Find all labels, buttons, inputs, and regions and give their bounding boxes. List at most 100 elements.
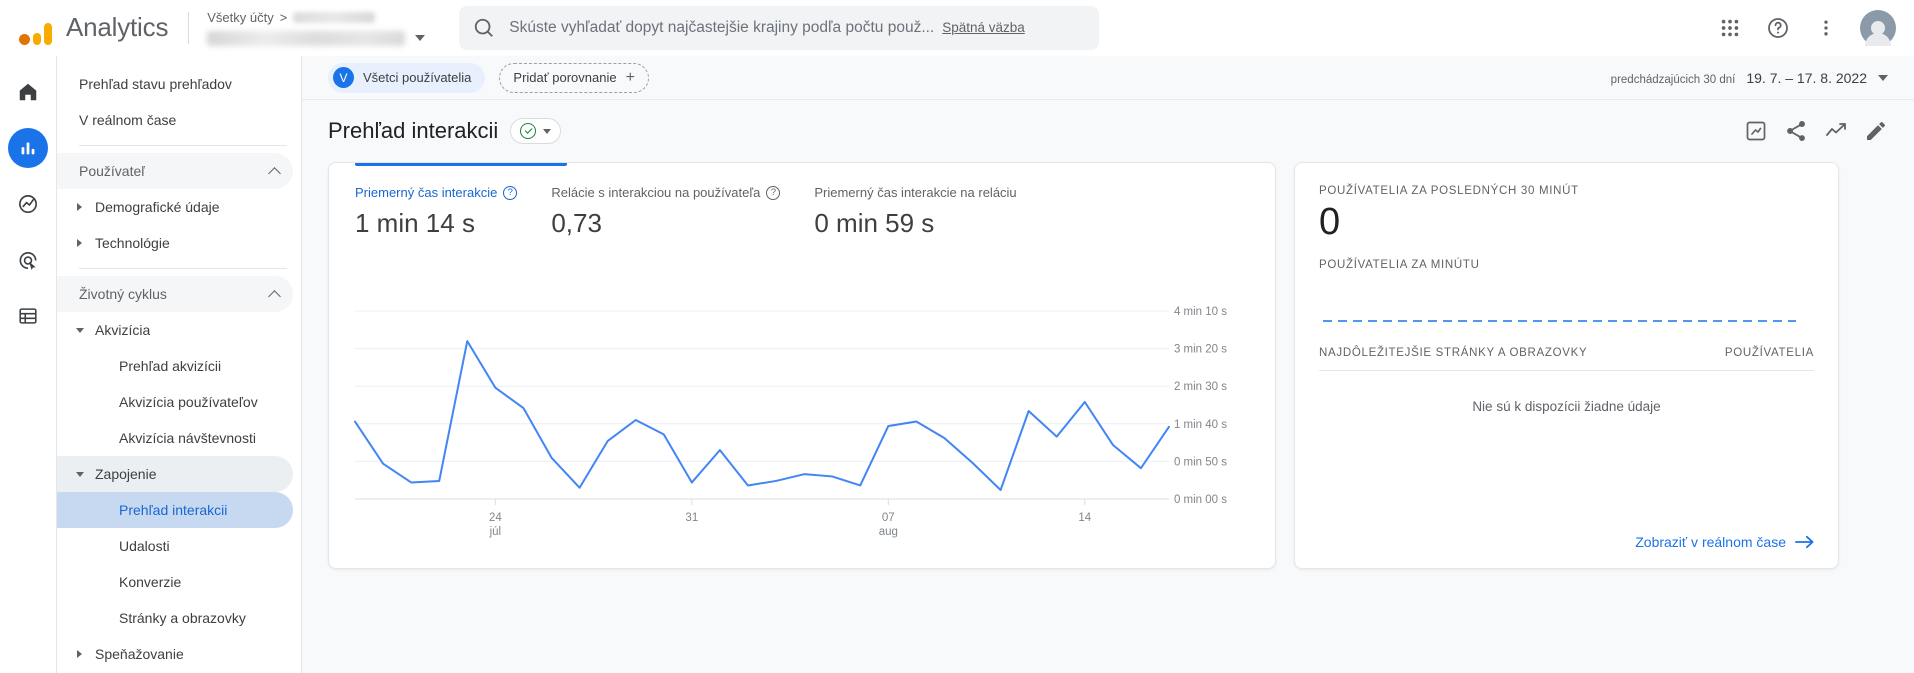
chevron-down-icon[interactable]	[1878, 74, 1888, 81]
sidebar-item-label: Používateľ	[79, 163, 146, 179]
sidebar-item-label: Akvizícia	[95, 322, 151, 338]
chevron-down-icon[interactable]	[415, 35, 426, 41]
metric-tabs: Priemerný čas interakcie? 1 min 14 s Relác…	[329, 163, 1275, 239]
search-bar[interactable]: Skúste vyhľadať dopyt najčastejšie kraji…	[459, 5, 1100, 50]
realtime-sparkline-svg	[1323, 320, 1796, 322]
insights-icon[interactable]	[1744, 119, 1768, 143]
arrow-right-icon	[1795, 535, 1814, 549]
x-axis-tick-label: 31	[685, 512, 698, 524]
sidebar-item-preh-ad-interakcii[interactable]: Prehľad interakcii	[57, 492, 293, 528]
sidebar-item-label: Akvizícia návštevnosti	[119, 430, 256, 446]
account-selector[interactable]: Všetky účty >	[207, 5, 426, 51]
sidebar-item-label: Speňažovanie	[95, 646, 184, 662]
triangle-down-icon[interactable]	[76, 471, 84, 477]
sidebar-item-v-re-lnom-ase[interactable]: V reálnom čase	[57, 102, 293, 138]
sidebar-item-akviz-cia-pou-vate-ov[interactable]: Akvizícia používateľov	[57, 384, 293, 420]
chevron-up-icon[interactable]	[268, 289, 281, 303]
controls-row: V Všetci používatelia Pridať porovnanie …	[302, 56, 1914, 100]
triangle-right-icon[interactable]	[77, 203, 82, 211]
triangle-right-icon[interactable]	[77, 650, 82, 658]
date-range-picker[interactable]: predchádzajúcich 30 dní 19. 7. – 17. 8. …	[1611, 70, 1888, 86]
realtime-users-per-minute-label: POUŽÍVATELIA ZA MINÚTU	[1319, 259, 1480, 271]
metric-tab-label: Priemerný čas interakcie na reláciu	[814, 185, 1017, 200]
main-content: V Všetci používatelia Pridať porovnanie …	[301, 56, 1914, 673]
sidebar-item-akviz-cia[interactable]: Akvizícia	[57, 312, 293, 348]
property-name-row[interactable]	[207, 30, 426, 46]
x-axis-tick-label: 14	[1078, 512, 1091, 524]
share-icon[interactable]	[1784, 119, 1808, 143]
metric-tab-value: 1 min 14 s	[355, 208, 475, 238]
engagement-line-chart: 0 min 00 s 0 min 50 s 1 min 40 s 2 min 30 s…	[329, 301, 1277, 551]
divider	[188, 11, 190, 44]
segment-avatar: V	[333, 67, 354, 88]
sidebar-item-spe-a-ovanie[interactable]: Speňažovanie	[57, 636, 293, 672]
triangle-right-icon[interactable]	[77, 239, 82, 247]
chevron-up-icon[interactable]	[268, 166, 281, 180]
sidebar-item-str-nky-a-obrazovky[interactable]: Stránky a obrazovky	[57, 600, 293, 636]
help-circle-icon[interactable]	[1756, 6, 1800, 50]
active-tab-underline	[355, 163, 567, 166]
trend-icon[interactable]	[1824, 119, 1848, 143]
sidebar-item-akviz-cia-n-v-tevnosti[interactable]: Akvizícia návštevnosti	[57, 420, 293, 456]
search-input-placeholder[interactable]: Skúste vyhľadať dopyt najčastejšie kraji…	[509, 19, 934, 37]
help-circle-icon[interactable]: ?	[503, 185, 518, 200]
sidebar-item-konverzie[interactable]: Konverzie	[57, 564, 293, 600]
realtime-users-label: POUŽÍVATELIA ZA POSLEDNÝCH 30 MINÚT	[1319, 185, 1579, 197]
avatar[interactable]	[1860, 9, 1896, 46]
sidebar-item-udalosti[interactable]: Udalosti	[57, 528, 293, 564]
sidebar-item-label: Konverzie	[119, 574, 182, 590]
bar-chart-icon	[21, 142, 35, 155]
analytics-logo-icon	[14, 11, 56, 45]
edit-pencil-icon[interactable]	[1864, 119, 1888, 143]
sidebar-item-demografick-daje[interactable]: Demografické údaje	[57, 189, 293, 225]
y-axis-tick-label: 4 min 10 s	[1174, 306, 1227, 318]
rail-item-reports[interactable]	[8, 128, 48, 168]
date-range-value: 19. 7. – 17. 8. 2022	[1746, 69, 1867, 86]
metric-tab-1[interactable]: Relácie s interakciou na používateľa? 0,7…	[551, 185, 814, 239]
triangle-down-icon[interactable]	[76, 327, 84, 333]
nav-separator	[79, 268, 287, 269]
sidebar-item-zapojenie[interactable]: Zapojenie	[57, 456, 293, 492]
table-list-icon	[19, 308, 37, 324]
status-badge[interactable]	[510, 118, 562, 144]
date-range-prefix: predchádzajúcich 30 dní	[1610, 73, 1736, 86]
rail-item-configure[interactable]	[8, 296, 48, 336]
breadcrumb-all-accounts[interactable]: Všetky účty	[207, 10, 273, 25]
segment-chip-all-users[interactable]: V Všetci používatelia	[328, 62, 486, 93]
engagement-chart-card: Priemerný čas interakcie? 1 min 14 s Relác…	[328, 162, 1276, 569]
check-circle-icon	[520, 123, 537, 139]
realtime-card: POUŽÍVATELIA ZA POSLEDNÝCH 30 MINÚT 0 PO…	[1294, 162, 1839, 569]
sidebar-item-ivotn-cyklus[interactable]: Životný cyklus	[57, 276, 293, 312]
sidebar-item-technol-gie[interactable]: Technológie	[57, 225, 293, 261]
icon-rail	[0, 56, 56, 673]
metric-tab-label: Relácie s interakciou na používateľa	[551, 185, 761, 200]
help-circle-icon[interactable]: ?	[766, 185, 781, 200]
sidebar-item-preh-ad-akviz-cii[interactable]: Prehľad akvizícii	[57, 348, 293, 384]
sidebar-item-preh-ad-stavu-preh-adov[interactable]: Prehľad stavu prehľadov	[57, 66, 293, 102]
more-vertical-icon[interactable]	[1804, 6, 1848, 50]
rail-item-explore[interactable]	[8, 184, 48, 224]
apps-grid-icon[interactable]	[1708, 6, 1752, 50]
view-realtime-label: Zobraziť v reálnom čase	[1635, 534, 1786, 550]
sidebar-item-label: Demografické údaje	[95, 199, 220, 215]
breadcrumb[interactable]: Všetky účty >	[207, 10, 425, 25]
feedback-link[interactable]: Spätná väzba	[942, 20, 1025, 35]
rail-item-home[interactable]	[8, 72, 48, 112]
metric-tab-0[interactable]: Priemerný čas interakcie? 1 min 14 s	[355, 185, 551, 239]
x-axis-tick-label: 07	[882, 512, 895, 524]
x-axis-tick-label: 24	[489, 512, 502, 524]
realtime-col-pages: NAJDÔLEŽITEJŠIE STRÁNKY A OBRAZOVKY	[1319, 347, 1588, 359]
sidebar-item-label: Zapojenie	[95, 466, 157, 482]
page-title: Prehľad interakcii	[328, 118, 499, 143]
sidebar-item-pou-vate[interactable]: Používateľ	[57, 153, 293, 189]
metric-tab-2[interactable]: Priemerný čas interakcie na reláciu 0 min…	[814, 185, 1050, 239]
y-axis-tick-label: 0 min 50 s	[1174, 456, 1227, 468]
line-chart-svg: 0 min 00 s 0 min 50 s 1 min 40 s 2 min 30 s…	[354, 306, 1227, 538]
realtime-users-value: 0	[1319, 201, 1341, 243]
add-comparison-button[interactable]: Pridať porovnanie +	[499, 62, 649, 93]
rail-item-advertising[interactable]	[8, 240, 48, 280]
page-title-row: Prehľad interakcii	[302, 100, 1914, 162]
breadcrumb-account-redacted	[293, 11, 376, 23]
metric-tab-value: 0 min 59 s	[814, 208, 935, 238]
view-realtime-link[interactable]: Zobraziť v reálnom čase	[1635, 534, 1814, 550]
